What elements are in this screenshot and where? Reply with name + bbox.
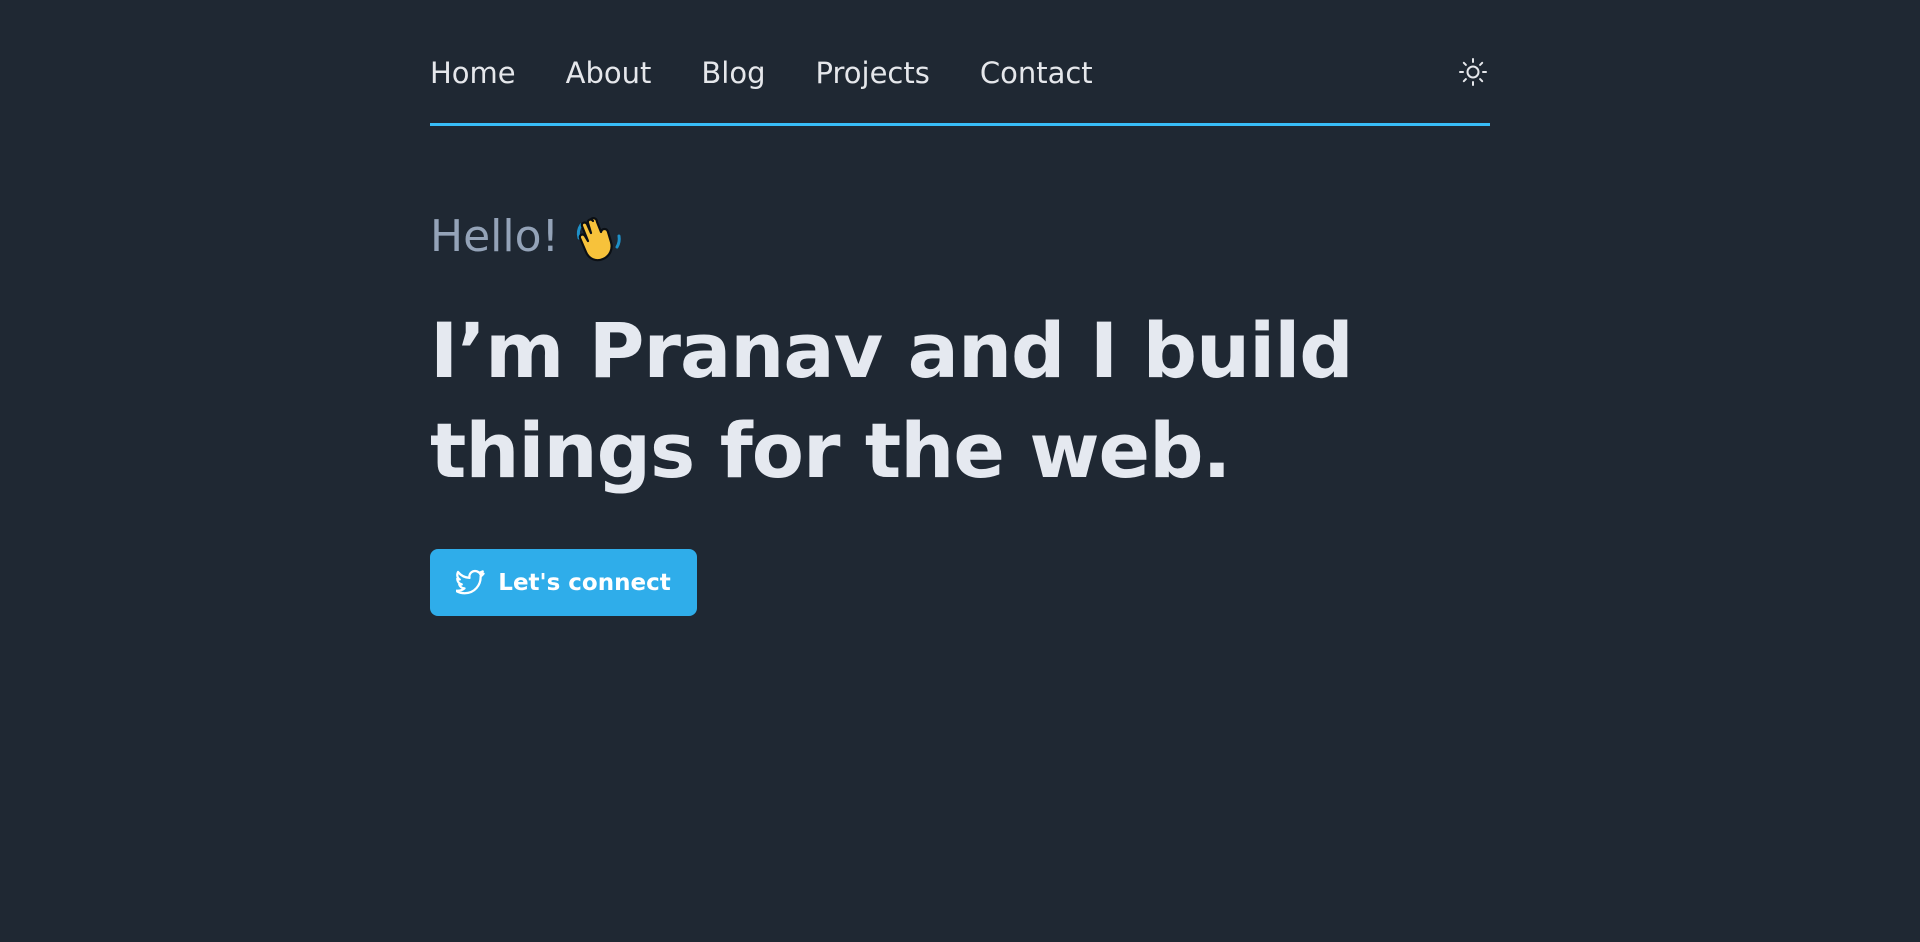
greeting-text: Hello! <box>430 211 560 262</box>
nav-link-projects[interactable]: Projects <box>816 52 930 94</box>
sun-icon <box>1458 57 1488 87</box>
nav-link-blog[interactable]: Blog <box>701 52 765 94</box>
nav-links: Home About Blog Projects Contact <box>430 52 1143 94</box>
lets-connect-button[interactable]: Let's connect <box>430 549 697 616</box>
nav-link-contact[interactable]: Contact <box>980 52 1093 94</box>
lets-connect-label: Let's connect <box>498 569 671 596</box>
page: Home About Blog Projects Contact Hello! … <box>0 0 1920 942</box>
twitter-icon <box>456 568 486 598</box>
nav-link-about[interactable]: About <box>566 52 652 94</box>
hero-section: Hello! I’m Pranav and I build things for… <box>430 205 1490 552</box>
nav-link-home[interactable]: Home <box>430 52 516 94</box>
waving-hand-icon <box>573 211 625 263</box>
main-nav: Home About Blog Projects Contact <box>430 0 1490 126</box>
theme-toggle-button[interactable] <box>1456 55 1490 89</box>
hero-headline: I’m Pranav and I build things for the we… <box>430 306 1354 495</box>
greeting: Hello! <box>430 205 1490 269</box>
site-header: Home About Blog Projects Contact <box>430 0 1490 126</box>
